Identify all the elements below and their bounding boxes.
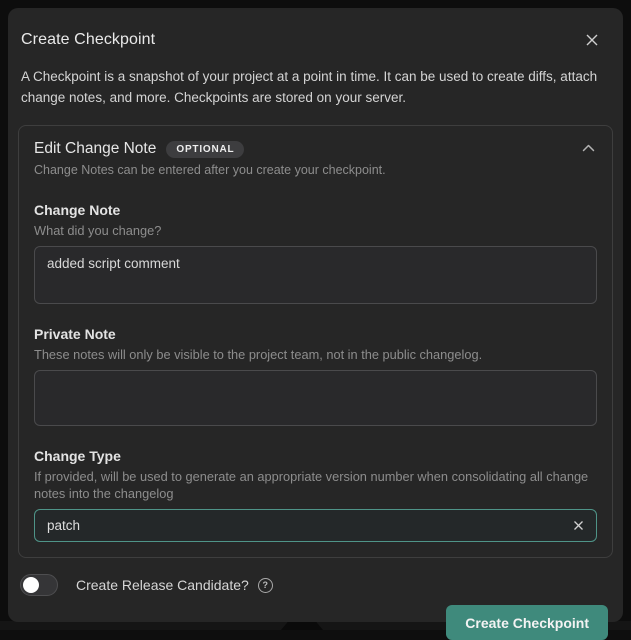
dialog-title: Create Checkpoint [21,31,155,49]
change-type-label: Change Type [34,448,597,464]
clear-x-icon [573,520,584,531]
release-candidate-row: Create Release Candidate? ? [20,574,609,596]
dialog-header: Create Checkpoint [21,29,603,51]
change-note-hint: What did you change? [34,222,597,239]
change-type-hint: If provided, will be used to generate an… [34,468,597,502]
private-note-hint: These notes will only be visible to the … [34,346,597,363]
dialog-footer: Create Checkpoint [8,605,608,640]
toggle-knob [23,577,39,593]
create-checkpoint-button[interactable]: Create Checkpoint [446,605,608,640]
private-note-field-group: Private Note These notes will only be vi… [34,326,597,426]
change-note-textarea[interactable]: added script comment [34,246,597,304]
change-note-field-group: Change Note What did you change? added s… [34,202,597,304]
close-icon [584,32,600,48]
optional-badge: OPTIONAL [166,141,244,158]
dialog-description: A Checkpoint is a snapshot of your proje… [21,66,607,108]
release-candidate-toggle[interactable] [20,574,58,596]
change-note-label: Change Note [34,202,597,218]
help-circle-icon[interactable]: ? [258,578,273,593]
change-type-input[interactable] [34,509,597,542]
card-subtitle: Change Notes can be entered after you cr… [34,163,597,177]
create-checkpoint-dialog: Create Checkpoint A Checkpoint is a snap… [8,8,623,622]
clear-change-type-button[interactable] [568,516,588,536]
change-type-field-group: Change Type If provided, will be used to… [34,448,597,542]
close-button[interactable] [581,29,603,51]
private-note-label: Private Note [34,326,597,342]
chevron-up-icon [582,144,595,152]
collapse-section-button[interactable] [580,142,597,154]
card-header: Edit Change Note OPTIONAL [34,140,597,158]
release-candidate-label: Create Release Candidate? [76,577,249,593]
page-background: Create Checkpoint A Checkpoint is a snap… [0,0,631,630]
card-title: Edit Change Note [34,140,156,158]
private-note-textarea[interactable] [34,370,597,426]
edit-change-note-card: Edit Change Note OPTIONAL Change Notes c… [18,125,613,558]
